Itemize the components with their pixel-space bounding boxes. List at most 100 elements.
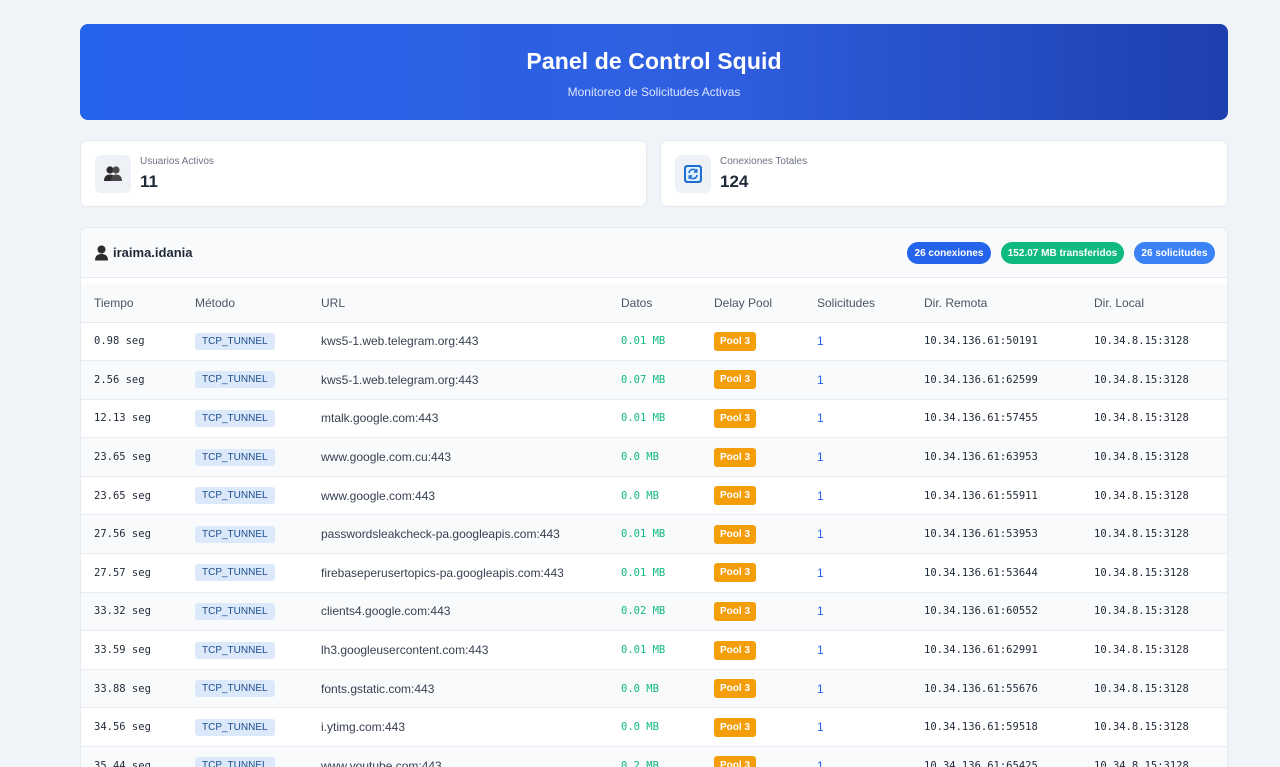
method-cell: TCP_TUNNEL	[182, 669, 308, 709]
table-row: 33.59 seg TCP_TUNNEL lh3.googleusercontent…	[81, 630, 1227, 670]
method-cell: TCP_TUNNEL	[182, 437, 308, 477]
method-cell: TCP_TUNNEL	[182, 746, 308, 767]
requests-cell: 1	[804, 630, 911, 670]
stat-label: Usuarios Activos	[140, 156, 214, 167]
column-header-requests[interactable]: Solicitudes	[804, 284, 911, 323]
pool-badge: Pool 3	[714, 524, 757, 544]
method-tag: TCP_TUNNEL	[195, 718, 275, 736]
time-cell: 23.65 seg	[81, 476, 182, 516]
pool-badge: Pool 3	[714, 447, 757, 467]
remote-address-cell: 10.34.136.61:57455	[911, 399, 1081, 439]
pool-badge: Pool 3	[714, 331, 757, 351]
table-row: 35.44 seg TCP_TUNNEL www.youtube.com:443 0.…	[81, 746, 1227, 767]
user-icon	[95, 245, 108, 261]
remote-address-cell: 10.34.136.61:55911	[911, 476, 1081, 516]
table-row: 33.32 seg TCP_TUNNEL clients4.google.com:4…	[81, 592, 1227, 632]
delay-pool-cell: Pool 3	[701, 592, 804, 632]
local-address-cell: 10.34.8.15:3128	[1081, 437, 1227, 477]
stat-value: 124	[720, 172, 749, 191]
time-cell: 23.65 seg	[81, 437, 182, 477]
table-row: 34.56 seg TCP_TUNNEL i.ytimg.com:443 0.0 MB…	[81, 707, 1227, 748]
stat-card-active-users: Usuarios Activos 11	[80, 140, 647, 207]
data-cell: 0.0 MB	[608, 437, 701, 477]
remote-address-cell: 10.34.136.61:50191	[911, 322, 1081, 362]
method-tag: TCP_TUNNEL	[195, 487, 275, 505]
time-cell: 35.44 seg	[81, 746, 182, 767]
method-cell: TCP_TUNNEL	[182, 360, 308, 400]
delay-pool-cell: Pool 3	[701, 399, 804, 439]
column-header-delay-pool[interactable]: Delay Pool	[701, 284, 804, 323]
delay-pool-cell: Pool 3	[701, 746, 804, 767]
requests-cell: 1	[804, 399, 911, 439]
method-cell: TCP_TUNNEL	[182, 630, 308, 670]
method-cell: TCP_TUNNEL	[182, 514, 308, 555]
remote-address-cell: 10.34.136.61:59518	[911, 707, 1081, 748]
user-name: iraima.idania	[113, 245, 193, 260]
url-cell: www.google.com.cu:443	[308, 437, 608, 477]
data-cell: 0.0 MB	[608, 707, 701, 748]
delay-pool-cell: Pool 3	[701, 322, 804, 362]
user-connections-panel: iraima.idania 26 conexiones 152.07 MB tr…	[80, 227, 1228, 767]
url-cell: www.youtube.com:443	[308, 746, 608, 767]
data-cell: 0.01 MB	[608, 514, 701, 555]
requests-cell: 1	[804, 746, 911, 767]
local-address-cell: 10.34.8.15:3128	[1081, 514, 1227, 555]
connections-table: Tiempo Método URL Datos Delay Pool Solic…	[81, 284, 1227, 767]
local-address-cell: 10.34.8.15:3128	[1081, 476, 1227, 516]
local-address-cell: 10.34.8.15:3128	[1081, 669, 1227, 709]
data-cell: 0.01 MB	[608, 322, 701, 362]
time-cell: 12.13 seg	[81, 399, 182, 439]
column-header-remote-address[interactable]: Dir. Remota	[911, 284, 1081, 323]
url-cell: passwordsleakcheck-pa.googleapis.com:443	[308, 514, 608, 555]
url-cell: clients4.google.com:443	[308, 592, 608, 632]
delay-pool-cell: Pool 3	[701, 476, 804, 516]
method-cell: TCP_TUNNEL	[182, 707, 308, 748]
method-tag: TCP_TUNNEL	[195, 641, 275, 659]
requests-cell: 1	[804, 553, 911, 593]
requests-cell: 1	[804, 707, 911, 748]
column-header-url[interactable]: URL	[308, 284, 608, 323]
pool-badge: Pool 3	[714, 563, 757, 583]
method-cell: TCP_TUNNEL	[182, 592, 308, 632]
method-tag: TCP_TUNNEL	[195, 602, 275, 620]
column-header-local-address[interactable]: Dir. Local	[1081, 284, 1227, 323]
method-tag: TCP_TUNNEL	[195, 757, 275, 767]
column-header-time[interactable]: Tiempo	[81, 284, 182, 323]
method-cell: TCP_TUNNEL	[182, 322, 308, 362]
table-row: 2.56 seg TCP_TUNNEL kws5-1.web.telegram.or…	[81, 360, 1227, 400]
pool-badge: Pool 3	[714, 679, 757, 699]
column-header-method[interactable]: Método	[182, 284, 308, 323]
method-tag: TCP_TUNNEL	[195, 332, 275, 350]
table-row: 12.13 seg TCP_TUNNEL mtalk.google.com:443 0…	[81, 399, 1227, 439]
local-address-cell: 10.34.8.15:3128	[1081, 592, 1227, 632]
transferred-badge: 152.07 MB transferidos	[1001, 242, 1124, 264]
data-cell: 0.01 MB	[608, 399, 701, 439]
requests-badge: 26 solicitudes	[1134, 242, 1215, 264]
url-cell: www.google.com:443	[308, 476, 608, 516]
method-tag: TCP_TUNNEL	[195, 680, 275, 698]
stat-card-total-connections: Conexiones Totales 124	[660, 140, 1228, 207]
remote-address-cell: 10.34.136.61:65425	[911, 746, 1081, 767]
time-cell: 33.88 seg	[81, 669, 182, 709]
column-header-data[interactable]: Datos	[608, 284, 701, 323]
time-cell: 0.98 seg	[81, 322, 182, 362]
url-cell: fonts.gstatic.com:443	[308, 669, 608, 709]
table-row: 23.65 seg TCP_TUNNEL www.google.com.cu:443…	[81, 437, 1227, 477]
time-cell: 33.59 seg	[81, 630, 182, 670]
page-subtitle: Monitoreo de Solicitudes Activas	[567, 85, 741, 99]
requests-cell: 1	[804, 592, 911, 632]
remote-address-cell: 10.34.136.61:62599	[911, 360, 1081, 400]
remote-address-cell: 10.34.136.61:63953	[911, 437, 1081, 477]
local-address-cell: 10.34.8.15:3128	[1081, 399, 1227, 439]
remote-address-cell: 10.34.136.61:53644	[911, 553, 1081, 593]
remote-address-cell: 10.34.136.61:60552	[911, 592, 1081, 632]
data-cell: 0.01 MB	[608, 553, 701, 593]
user-panel-header: iraima.idania 26 conexiones 152.07 MB tr…	[81, 228, 1227, 278]
data-cell: 0.02 MB	[608, 592, 701, 632]
pool-badge: Pool 3	[714, 717, 757, 737]
remote-address-cell: 10.34.136.61:62991	[911, 630, 1081, 670]
url-cell: kws5-1.web.telegram.org:443	[308, 360, 608, 400]
time-cell: 2.56 seg	[81, 360, 182, 400]
table-row: 23.65 seg TCP_TUNNEL www.google.com:443 0.0…	[81, 476, 1227, 516]
pool-badge: Pool 3	[714, 756, 757, 767]
